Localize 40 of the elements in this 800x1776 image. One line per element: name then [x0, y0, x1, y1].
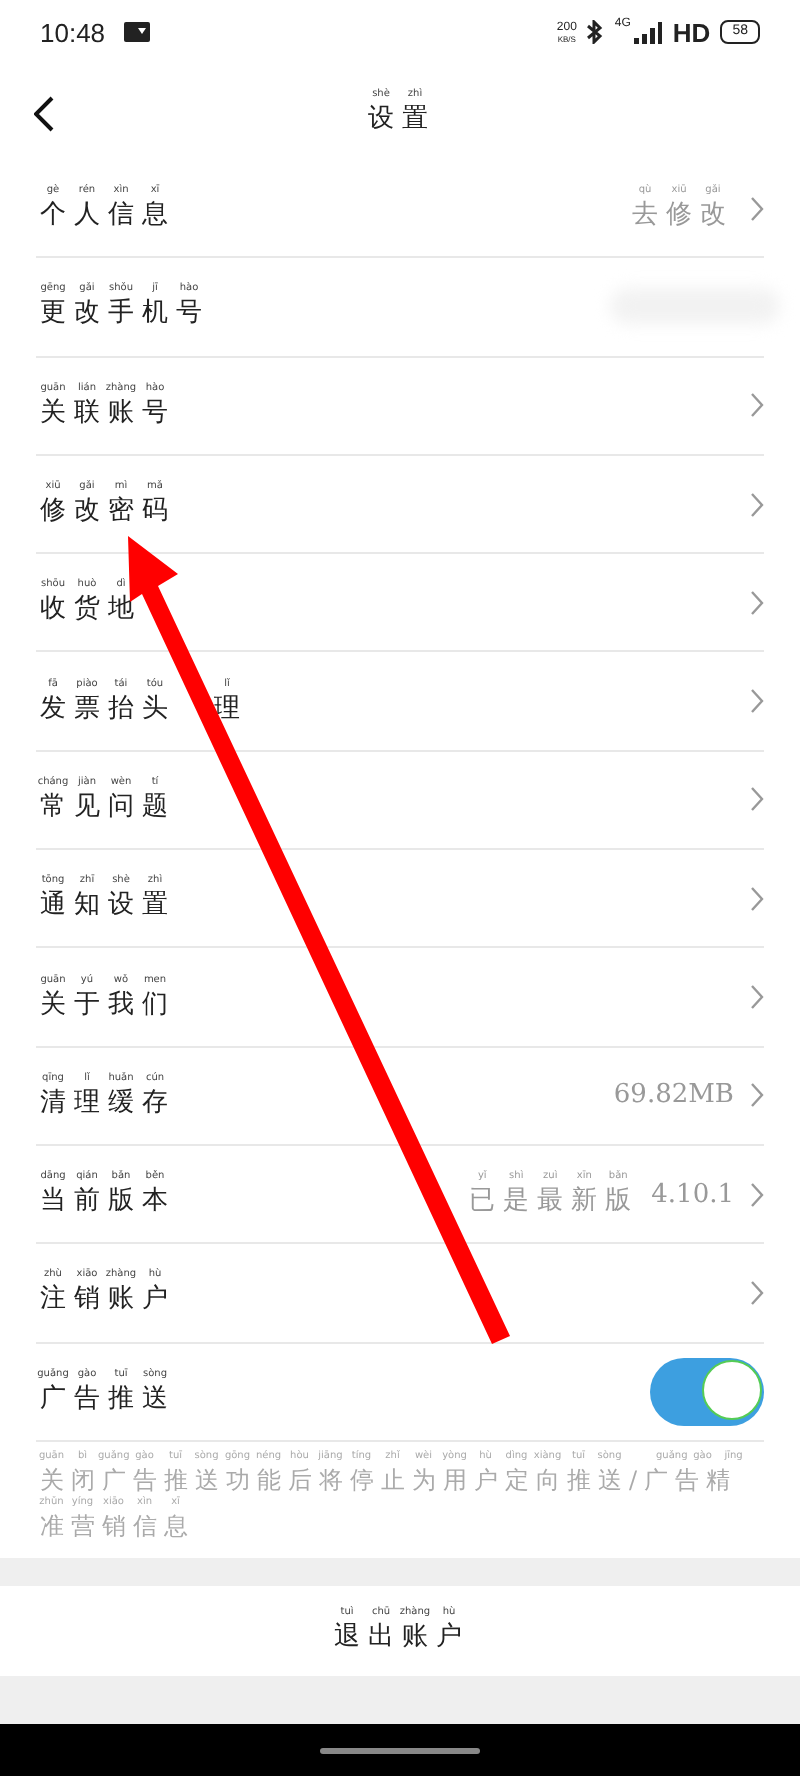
- setting-value: 4.10.1: [651, 1179, 734, 1210]
- setting-label[interactable]: 关联账号: [36, 397, 176, 430]
- chevron-icon[interactable]: [750, 1279, 764, 1306]
- setting-label[interactable]: 常见问题: [36, 791, 176, 824]
- setting-label[interactable]: 个人信息: [36, 200, 176, 233]
- setting-label[interactable]: 关于我们: [36, 989, 176, 1022]
- image-icon: [123, 22, 150, 42]
- chevron-icon[interactable]: [750, 491, 764, 518]
- signal-icon: [634, 21, 663, 43]
- chevron-icon[interactable]: [750, 786, 764, 813]
- chevron-icon[interactable]: [750, 392, 764, 419]
- toggle-switch[interactable]: [650, 1357, 764, 1426]
- setting-label[interactable]: 广告推送: [36, 1383, 176, 1416]
- chevron-icon[interactable]: [750, 1181, 764, 1208]
- setting-label[interactable]: 通知设置: [36, 890, 176, 923]
- setting-label[interactable]: 更改手机号: [36, 298, 210, 331]
- chevron-icon[interactable]: [750, 1082, 764, 1109]
- setting-label[interactable]: 收货地: [36, 594, 142, 627]
- setting-label[interactable]: 发票抬头: [36, 693, 176, 726]
- bluetooth-icon: [586, 20, 605, 44]
- setting-value: 69.82MB: [613, 1080, 734, 1111]
- setting-label[interactable]: 清理缓存: [36, 1087, 176, 1120]
- status-time: 10:48: [40, 17, 106, 47]
- chevron-icon[interactable]: [750, 195, 764, 222]
- chevron-icon[interactable]: [750, 885, 764, 912]
- home-indicator[interactable]: [320, 1747, 480, 1753]
- note-text: 准营销信息: [38, 1511, 195, 1542]
- note-text: 关闭广告推送功能后将停止为用户定向推送/广告精: [38, 1465, 738, 1496]
- chevron-icon[interactable]: [750, 688, 764, 715]
- setting-label[interactable]: 理: [210, 693, 248, 726]
- hd-indicator: HD: [672, 17, 711, 47]
- setting-label[interactable]: 修改密码: [36, 496, 176, 529]
- chevron-icon[interactable]: [750, 589, 764, 616]
- setting-label[interactable]: 当前版本: [36, 1186, 176, 1219]
- page-title: 设置: [366, 104, 436, 136]
- setting-value: 已是最新版: [467, 1186, 640, 1219]
- setting-label[interactable]: 注销账户: [36, 1284, 176, 1317]
- setting-value: 去修改: [630, 200, 734, 233]
- chevron-icon[interactable]: [750, 984, 764, 1011]
- back-icon[interactable]: [34, 96, 54, 132]
